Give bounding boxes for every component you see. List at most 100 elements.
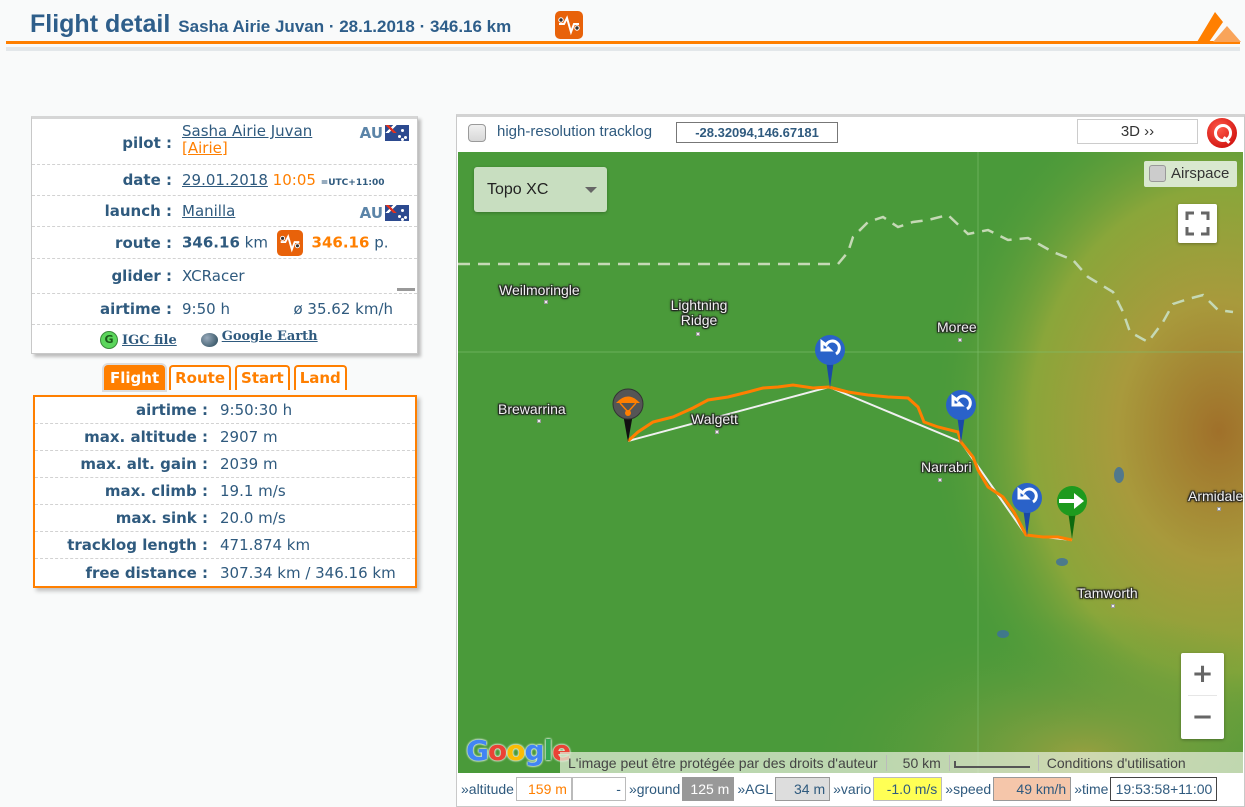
airspace-checkbox[interactable] [1149,165,1166,182]
lake [997,630,1009,638]
google-earth-link[interactable]: Google Earth [222,329,318,344]
turnpoint-marker-icon[interactable] [814,334,846,390]
ground-value: 125 m [682,777,734,801]
stat-value: 2907 m [220,428,278,446]
resize-handle-icon[interactable] [397,288,415,291]
launch-marker-icon[interactable] [612,388,644,444]
tab-route[interactable]: Route [169,365,231,390]
place-dot [715,430,719,434]
stat-label: airtime : [35,401,220,419]
scale-label: 50 km [895,755,950,771]
high-resolution-checkbox[interactable] [468,124,486,142]
airtime-row: airtime : 9:50 h ø 35.62 km/h [32,294,417,325]
route-km: 346.16 [182,233,240,251]
stat-value: 471.874 km [220,536,310,554]
pilot-name-link[interactable]: Sasha Airie Juvan [182,122,312,140]
stat-value: 2039 m [220,455,278,473]
launch-label: launch : [32,202,182,220]
magnifier-icon[interactable] [1207,118,1237,148]
tracklog-readout: »altitude 159 m - »ground 125 m »AGL 34 … [458,775,1243,803]
finish-marker-icon[interactable] [1056,485,1088,541]
fullscreen-button[interactable] [1178,204,1217,243]
place-dot [958,338,962,342]
route-points: 346.16 [312,233,370,251]
airtime-label: airtime : [32,300,182,318]
launch-country-code: AU [360,204,383,222]
lake [1114,467,1124,483]
zoom-control: + − [1181,653,1224,739]
place-label: Narrabri [921,460,972,475]
stat-row: max. altitude :2907 m [35,424,415,451]
fullscreen-icon [1178,204,1217,243]
place-label: Weilmoringle [499,283,580,298]
place-dot [544,300,548,304]
stat-label: max. sink : [35,509,220,527]
stat-value: 307.34 km / 346.16 km [220,564,396,582]
igc-file-icon: G [100,331,118,349]
date-row: date : 29.01.2018 10:05 =UTC+11:00 [32,165,417,196]
igc-download[interactable]: G IGC file [100,331,177,349]
map-toolbar: high-resolution tracklog -28.32094,146.6… [457,117,1244,152]
glider-label: glider : [32,267,182,285]
map-type-dropdown[interactable]: Topo XC [474,167,607,212]
turnpoint-marker-icon[interactable] [1011,482,1043,538]
place-label: Tamworth [1077,586,1138,601]
scale-indicator[interactable]: 50 km [887,755,1039,771]
header-divider [6,41,1240,44]
google-earth-download[interactable]: Google Earth [201,333,318,348]
zoom-out-button[interactable]: − [1181,696,1224,739]
glider-row: glider : XCRacer [32,259,417,294]
map-canvas[interactable]: Weilmoringle Lightning Ridge Moree Brewa… [458,152,1243,773]
detail-tabs: Flight Route Start Land [104,365,347,390]
route-type-icon [277,230,303,256]
date-label: date : [32,171,182,189]
time-value: 19:53:58+11:00 [1110,777,1217,801]
high-resolution-label[interactable]: high-resolution tracklog [497,123,652,140]
launch-link[interactable]: Manilla [182,202,235,220]
stat-row: max. sink :20.0 m/s [35,505,415,532]
ground-label: »ground [626,781,682,797]
date-link[interactable]: 29.01.2018 [182,171,268,189]
tab-land[interactable]: Land [294,365,347,390]
map-type-value: Topo XC [487,181,548,198]
terrain-background [458,152,1243,773]
pilot-nick-link[interactable]: [Airie] [182,139,228,157]
stat-label: max. climb : [35,482,220,500]
stat-label: max. alt. gain : [35,455,220,473]
terms-link[interactable]: Conditions d'utilisation [1039,755,1194,771]
stat-label: free distance : [35,564,220,582]
page-title: Flight detail [30,10,170,39]
airspace-toggle[interactable]: Airspace [1144,161,1237,187]
igc-file-link[interactable]: IGC file [122,333,177,348]
stat-row: airtime :9:50:30 h [35,397,415,424]
map-attribution-bar: L'image peut être protégée par des droit… [560,752,1243,773]
place-dot [537,419,541,423]
tab-flight[interactable]: Flight [104,365,165,390]
australia-flag-icon [385,125,409,141]
turnpoint-marker-icon[interactable] [945,389,977,445]
coordinates-field[interactable]: -28.32094,146.67181 [676,122,838,143]
place-label: Walgett [691,412,738,427]
downloads-row: G IGC file Google Earth [32,325,417,355]
place-dot [938,478,942,482]
header-subdivider [6,47,1240,51]
xcontest-logo-icon[interactable] [1197,10,1241,44]
vario-value: -1.0 m/s [873,777,942,801]
place-dot [1111,604,1115,608]
route-type-icon [555,11,583,39]
altitude-extra-value: - [572,777,626,801]
google-logo[interactable]: Google [466,734,570,767]
zoom-in-button[interactable]: + [1181,653,1224,696]
pilot-country: AU [360,124,409,142]
lake [1056,558,1068,566]
place-label: Moree [937,320,977,335]
speed-label: »speed [942,781,993,797]
australia-flag-icon [385,205,409,221]
place-label: Armidale [1188,489,1243,504]
3d-button[interactable]: 3D ›› [1077,119,1198,144]
place-dot [696,332,700,336]
zoom-separator [1188,695,1217,696]
agl-value: 34 m [775,777,830,801]
stat-row: max. alt. gain :2039 m [35,451,415,478]
tab-start[interactable]: Start [235,365,290,390]
